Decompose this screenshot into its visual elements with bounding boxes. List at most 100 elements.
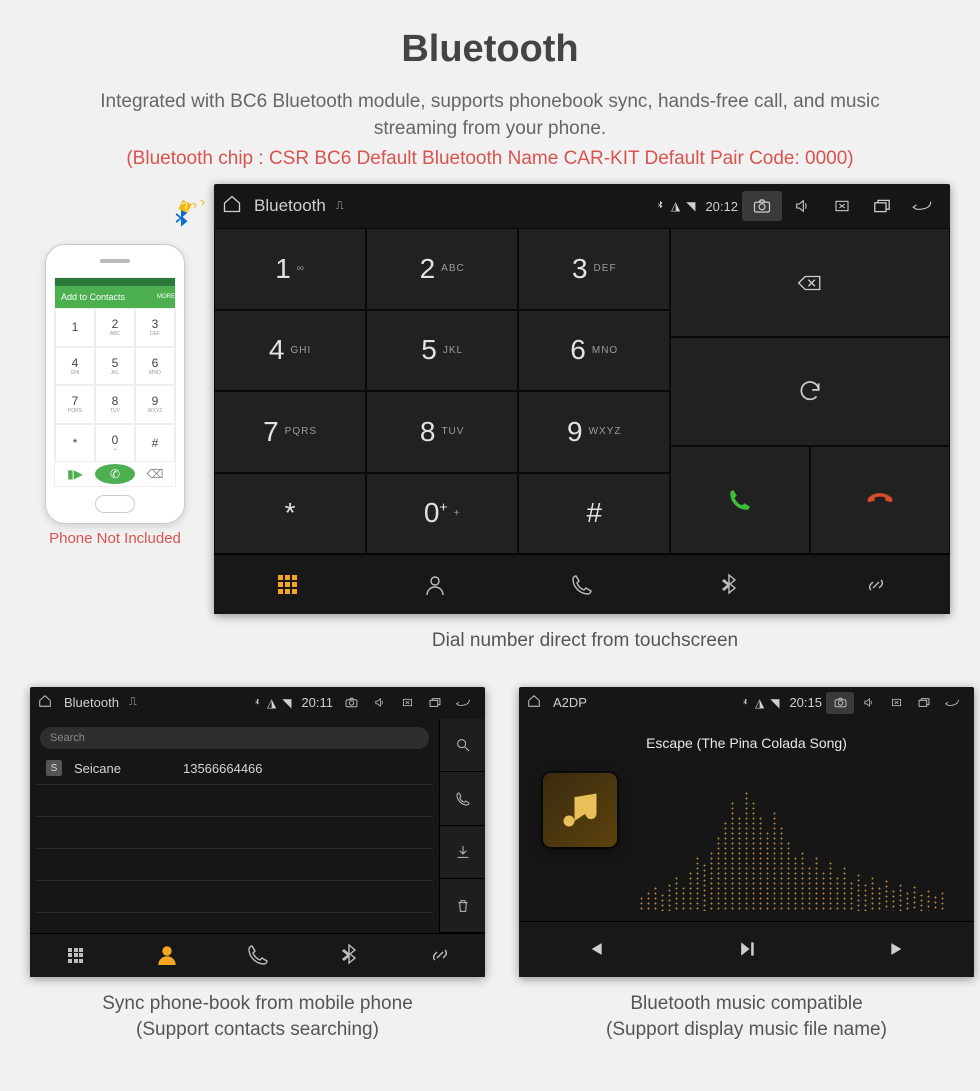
dial-key-1[interactable]: 1∞ [214,228,366,310]
dialer-screen: Bluetooth ⎍ ◮ ◥ 20:12 [214,184,950,614]
home-icon[interactable] [527,694,541,711]
dialpad-icon [68,948,83,963]
tab-dialpad[interactable] [30,934,121,977]
back-button[interactable] [449,692,477,714]
phone-call-button: ✆ [95,464,135,484]
tab-contacts[interactable] [361,555,508,614]
dial-key-4[interactable]: 4GHI [214,310,366,392]
bluetooth-status-icon [741,696,749,710]
call-button[interactable] [670,446,810,555]
a2dp-caption-l1: Bluetooth music compatible [630,993,862,1014]
volume-button[interactable] [365,692,393,714]
recent-apps-button[interactable] [421,692,449,714]
link-icon [428,943,452,967]
dialer-caption: Dial number direct from touchscreen [0,614,980,655]
side-search-button[interactable] [439,719,485,773]
album-art [543,773,617,847]
person-icon [423,573,447,597]
status-bar-a2dp: A2DP ◮ ◥ 20:15 [519,687,974,719]
phone-more-label: MORE [157,294,175,300]
dial-key-*[interactable]: * [214,473,366,555]
backspace-key[interactable] [670,228,950,337]
side-delete-button[interactable] [439,879,485,933]
tab-pair[interactable] [394,934,485,977]
dial-key-7[interactable]: 7PQRS [214,391,366,473]
track-title: Escape (The Pina Colada Song) [519,719,974,761]
link-icon [864,573,888,597]
person-icon [155,943,179,967]
prev-track-button[interactable] [519,922,671,977]
phone-key-8: 8TUV [95,385,135,424]
tab-bluetooth[interactable] [656,555,803,614]
phonebook-screen: Bluetooth ⎍ ◮ ◥ 20:11 Search [30,687,485,977]
tab-call-log[interactable] [212,934,303,977]
phonebook-caption-l2: (Support contacts searching) [136,1019,379,1040]
phone-key-5: 5JKL [95,347,135,386]
home-icon[interactable] [38,694,52,711]
tab-bluetooth[interactable] [303,934,394,977]
contact-number: 13566664466 [183,761,263,776]
contact-row[interactable]: S Seicane 13566664466 [36,753,433,785]
volume-button[interactable] [782,191,822,221]
bluetooth-status-icon [253,696,261,710]
close-button[interactable] [822,191,862,221]
a2dp-caption-l2: (Support display music file name) [606,1019,887,1040]
back-button[interactable] [902,191,942,221]
wifi-status-icon: ◥ [282,696,291,710]
page-subtitle: Integrated with BC6 Bluetooth module, su… [0,71,980,148]
phone-key-3: 3DEF [135,308,175,347]
phone-key-9: 9WXYZ [135,385,175,424]
usb-icon: ⎍ [336,200,344,213]
a2dp-screen: A2DP ◮ ◥ 20:15 Escape (The Pina Colada S… [519,687,974,977]
dial-key-#[interactable]: # [518,473,670,555]
phone-key-7: 7PQRS [55,385,95,424]
screenshot-button[interactable] [337,692,365,714]
search-input[interactable]: Search [40,727,429,749]
phone-key-4: 4GHI [55,347,95,386]
visualizer [639,779,954,911]
page-title: Bluetooth [0,0,980,71]
play-pause-button[interactable] [671,922,823,977]
phone-backspace-icon: ⌫ [135,462,175,486]
phone-icon [246,943,270,967]
screen-title: Bluetooth [64,695,119,710]
tab-dialpad[interactable] [214,555,361,614]
tab-contacts[interactable] [121,934,212,977]
gps-status-icon: ◮ [671,199,680,213]
phone-key-#: # [135,424,175,463]
page-specs: (Bluetooth chip : CSR BC6 Default Blueto… [0,148,980,184]
next-track-button[interactable] [822,922,974,977]
close-button[interactable] [393,692,421,714]
dial-key-3[interactable]: 3DEF [518,228,670,310]
usb-icon: ⎍ [129,696,137,709]
wifi-status-icon: ◥ [686,199,695,213]
phone-video-icon: ▮▶ [55,462,95,486]
contact-badge: S [46,760,62,776]
screenshot-button[interactable] [742,191,782,221]
phone-key-6: 6MNO [135,347,175,386]
home-icon[interactable] [222,194,242,218]
hangup-button[interactable] [810,446,950,555]
volume-button[interactable] [854,692,882,714]
back-button[interactable] [938,692,966,714]
redial-key[interactable] [670,337,950,446]
recent-apps-button[interactable] [862,191,902,221]
phonebook-caption-l1: Sync phone-book from mobile phone [102,993,413,1014]
tab-pair[interactable] [803,555,950,614]
clock: 20:15 [789,695,822,710]
clock: 20:12 [705,199,738,214]
dial-key-8[interactable]: 8TUV [366,391,518,473]
phone-key-*: * [55,424,95,463]
dial-key-6[interactable]: 6MNO [518,310,670,392]
recent-apps-button[interactable] [910,692,938,714]
dial-key-0[interactable]: 0++ [366,473,518,555]
dial-key-5[interactable]: 5JKL [366,310,518,392]
close-button[interactable] [882,692,910,714]
tab-call-log[interactable] [508,555,655,614]
dial-key-2[interactable]: 2ABC [366,228,518,310]
dial-key-9[interactable]: 9WXYZ [518,391,670,473]
side-call-button[interactable] [439,772,485,826]
side-download-button[interactable] [439,826,485,880]
phone-not-included-label: Phone Not Included [30,530,200,547]
screenshot-button[interactable] [826,692,854,714]
